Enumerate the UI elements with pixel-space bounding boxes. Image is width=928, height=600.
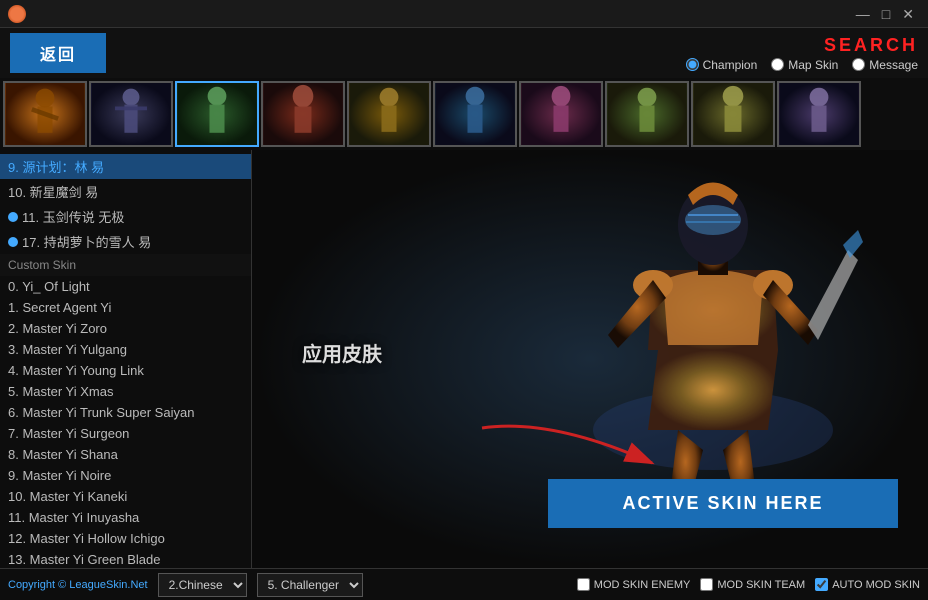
skin-item-custom-9[interactable]: 9. Master Yi Noire xyxy=(0,465,251,486)
top-section: 返回 SEARCH Champion Map Skin Message xyxy=(0,28,928,78)
search-area: SEARCH Champion Map Skin Message xyxy=(686,35,918,72)
back-button[interactable]: 返回 xyxy=(10,33,106,73)
skin-item-custom-0[interactable]: 0. Yi_ Of Light xyxy=(0,276,251,297)
bottom-checkboxes: MOD SKIN ENEMY MOD SKIN TEAM AUTO MOD SK… xyxy=(577,578,920,591)
language-dropdown[interactable]: 2.Chinese 1.English 3.Korean xyxy=(158,573,247,597)
custom-section-header: Custom Skin xyxy=(0,254,251,276)
active-skin-button[interactable]: ACTIVE SKIN HERE xyxy=(548,479,898,528)
radio-mapskin[interactable]: Map Skin xyxy=(771,58,838,72)
champ-icon-2[interactable] xyxy=(89,81,173,147)
maximize-button[interactable]: □ xyxy=(876,0,896,28)
skin-item-builtin-17[interactable]: 17. 持胡萝卜的雪人 易 xyxy=(0,229,251,254)
radio-champion[interactable]: Champion xyxy=(686,58,758,72)
skin-item-custom-6[interactable]: 6. Master Yi Trunk Super Saiyan xyxy=(0,402,251,423)
champ-icon-8[interactable] xyxy=(605,81,689,147)
skin-item-custom-13[interactable]: 13. Master Yi Green Blade xyxy=(0,549,251,568)
skin-item-builtin-10[interactable]: 10. 新星魔剑 易 xyxy=(0,179,251,204)
auto-mod-checkbox[interactable]: AUTO MOD SKIN xyxy=(815,578,920,591)
champ-icon-10[interactable] xyxy=(777,81,861,147)
champ-icon-7[interactable] xyxy=(519,81,603,147)
skin-item-custom-8[interactable]: 8. Master Yi Shana xyxy=(0,444,251,465)
search-radios: Champion Map Skin Message xyxy=(686,58,918,72)
title-bar: — □ ✕ xyxy=(0,0,928,28)
bottom-bar: Copyright © LeagueSkin.Net 2.Chinese 1.E… xyxy=(0,568,928,600)
champ-icon-3[interactable] xyxy=(175,81,259,147)
minimize-button[interactable]: — xyxy=(850,0,876,28)
title-bar-left xyxy=(8,5,26,23)
left-panel: 9. 源计划：林 易 10. 新星魔剑 易 11. 玉剑传说 无极 17. 持胡… xyxy=(0,150,252,568)
champ-icon-5[interactable] xyxy=(347,81,431,147)
champ-icon-4[interactable] xyxy=(261,81,345,147)
skin-item-custom-11[interactable]: 11. Master Yi Inuyasha xyxy=(0,507,251,528)
skin-item-custom-1[interactable]: 1. Secret Agent Yi xyxy=(0,297,251,318)
mod-enemy-checkbox[interactable]: MOD SKIN ENEMY xyxy=(577,578,691,591)
app-icon xyxy=(8,5,26,23)
skin-item-custom-3[interactable]: 3. Master Yi Yulgang xyxy=(0,339,251,360)
champions-row xyxy=(0,78,928,150)
skin-item-custom-4[interactable]: 4. Master Yi Young Link xyxy=(0,360,251,381)
rank-dropdown[interactable]: 5. Challenger 1. Bronze 2. Silver 3. Gol… xyxy=(257,573,363,597)
skin-item-builtin-9[interactable]: 9. 源计划：林 易 xyxy=(0,154,251,179)
apply-skin-label: 应用皮肤 xyxy=(302,338,382,367)
mod-team-checkbox[interactable]: MOD SKIN TEAM xyxy=(700,578,805,591)
main-content: 9. 源计划：林 易 10. 新星魔剑 易 11. 玉剑传说 无极 17. 持胡… xyxy=(0,150,928,568)
right-panel: 应用皮肤 ACTIVE SKIN HERE xyxy=(252,150,928,568)
skin-item-custom-7[interactable]: 7. Master Yi Surgeon xyxy=(0,423,251,444)
close-button[interactable]: ✕ xyxy=(896,0,920,28)
champ-icon-1[interactable] xyxy=(3,81,87,147)
champ-icon-9[interactable] xyxy=(691,81,775,147)
skin-item-custom-12[interactable]: 12. Master Yi Hollow Ichigo xyxy=(0,528,251,549)
search-label: SEARCH xyxy=(824,35,918,56)
skin-item-custom-2[interactable]: 2. Master Yi Zoro xyxy=(0,318,251,339)
skin-item-builtin-11[interactable]: 11. 玉剑传说 无极 xyxy=(0,204,251,229)
radio-message[interactable]: Message xyxy=(852,58,918,72)
copyright-text: Copyright © LeagueSkin.Net xyxy=(8,579,148,591)
skin-list[interactable]: 9. 源计划：林 易 10. 新星魔剑 易 11. 玉剑传说 无极 17. 持胡… xyxy=(0,150,251,568)
skin-item-custom-5[interactable]: 5. Master Yi Xmas xyxy=(0,381,251,402)
skin-item-custom-10[interactable]: 10. Master Yi Kaneki xyxy=(0,486,251,507)
champ-icon-6[interactable] xyxy=(433,81,517,147)
arrow-svg xyxy=(472,408,722,478)
